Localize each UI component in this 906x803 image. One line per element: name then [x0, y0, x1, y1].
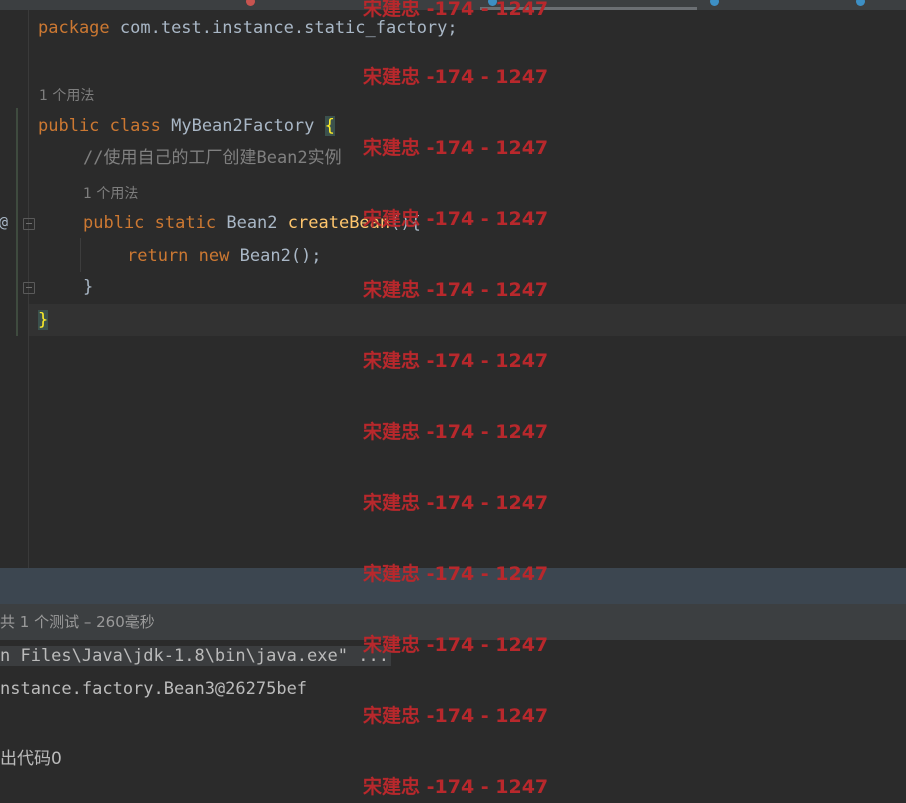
usage-hint-class[interactable]: 1 个用法: [39, 85, 94, 105]
fold-toggle-icon[interactable]: [23, 218, 35, 230]
watermark-text: 宋建忠 -174 - 1247: [363, 776, 549, 798]
return-statement-line[interactable]: return new Bean2();: [127, 246, 322, 266]
class-name: MyBean2Factory: [171, 116, 315, 136]
test-summary: 共 1 个测试 – 260毫秒: [0, 613, 155, 631]
constructor-call: Bean2();: [239, 246, 322, 266]
method-close-brace[interactable]: }: [83, 277, 93, 297]
class-icon: [856, 0, 865, 6]
return-type: Bean2: [226, 213, 278, 233]
indent-guide: [80, 238, 81, 272]
override-marker-icon[interactable]: @: [0, 213, 8, 231]
class-declaration-line[interactable]: public class MyBean2Factory {: [38, 116, 335, 136]
static-keyword: static: [154, 213, 217, 233]
watermark-text: 宋建忠 -174 - 1247: [363, 0, 549, 20]
watermark-text: 宋建忠 -174 - 1247: [363, 350, 549, 372]
watermark-text: 宋建忠 -174 - 1247: [363, 279, 549, 301]
package-line[interactable]: package com.test.instance.static_factory…: [38, 18, 458, 38]
watermark-text: 宋建忠 -174 - 1247: [363, 66, 549, 88]
watermark-text: 宋建忠 -174 - 1247: [363, 137, 549, 159]
console-exit-line: 出代码0: [0, 749, 62, 769]
current-line-highlight: [29, 304, 906, 336]
class-close-line[interactable]: }: [38, 310, 49, 330]
comment-line[interactable]: //使用自己的工厂创建Bean2实例: [83, 148, 342, 168]
fold-toggle-icon[interactable]: [23, 282, 35, 294]
console-output-line: nstance.factory.Bean3@26275bef: [0, 679, 308, 699]
watermark-text: 宋建忠 -174 - 1247: [363, 563, 549, 585]
public-keyword: public: [38, 116, 100, 136]
new-keyword: new: [198, 246, 230, 266]
java-command[interactable]: n Files\Java\jdk-1.8\bin\java.exe" ...: [0, 646, 391, 666]
watermark-text: 宋建忠 -174 - 1247: [363, 208, 549, 230]
close-brace: }: [38, 310, 49, 330]
watermark-text: 宋建忠 -174 - 1247: [363, 634, 549, 656]
editor-tab[interactable]: [0, 0, 230, 10]
class-keyword: class: [109, 116, 161, 136]
watermark-text: 宋建忠 -174 - 1247: [363, 492, 549, 514]
package-name: com.test.instance.static_factory;: [109, 18, 458, 38]
usage-hint-method[interactable]: 1 个用法: [83, 183, 138, 203]
scope-indicator: [16, 108, 18, 336]
public-keyword: public: [83, 213, 145, 233]
file-icon: [246, 0, 255, 6]
watermark-text: 宋建忠 -174 - 1247: [363, 421, 549, 443]
return-keyword: return: [127, 246, 189, 266]
open-brace: {: [324, 116, 335, 136]
watermark-text: 宋建忠 -174 - 1247: [363, 705, 549, 727]
package-keyword: package: [38, 18, 110, 38]
class-icon: [710, 0, 719, 6]
console-command-line[interactable]: n Files\Java\jdk-1.8\bin\java.exe" ...: [0, 646, 391, 666]
